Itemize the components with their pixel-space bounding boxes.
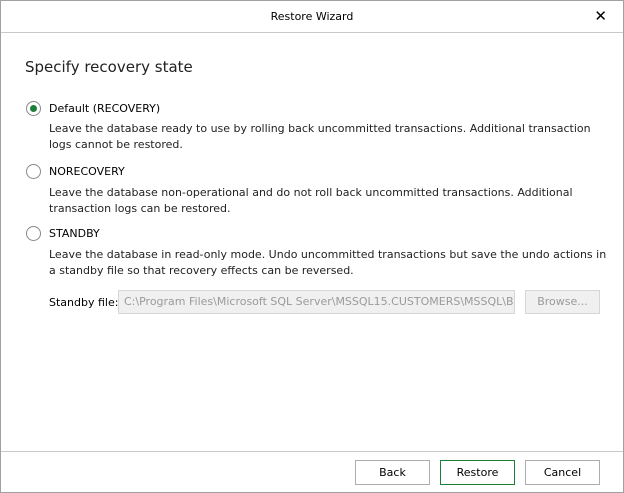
close-icon[interactable]: ✕: [594, 1, 607, 32]
radio-label: NORECOVERY: [49, 165, 125, 178]
restore-button[interactable]: Restore: [440, 460, 515, 485]
radio-recovery[interactable]: Default (RECOVERY): [26, 101, 160, 116]
radio-circle-icon: [26, 101, 41, 116]
standby-file-label: Standby file:: [49, 296, 119, 309]
footer-divider: [1, 451, 623, 452]
cancel-button[interactable]: Cancel: [525, 460, 600, 485]
option-description: Leave the database non-operational and d…: [49, 186, 573, 215]
browse-button[interactable]: Browse...: [525, 290, 600, 314]
window-title: Restore Wizard: [270, 10, 354, 23]
back-button[interactable]: Back: [355, 460, 430, 485]
restore-wizard-window: Restore Wizard ✕ Specify recovery state …: [0, 0, 624, 493]
radio-norecovery[interactable]: NORECOVERY: [26, 164, 125, 179]
standby-file-input[interactable]: C:\Program Files\Microsoft SQL Server\MS…: [118, 290, 515, 314]
radio-standby[interactable]: STANDBY: [26, 226, 100, 241]
option-description: Leave the database in read-only mode. Un…: [49, 248, 607, 277]
radio-circle-icon: [26, 164, 41, 179]
radio-label: STANDBY: [49, 227, 100, 240]
radio-label: Default (RECOVERY): [49, 102, 161, 115]
title-bar: Restore Wizard ✕: [1, 1, 623, 33]
page-title: Specify recovery state: [25, 58, 193, 76]
radio-circle-icon: [26, 226, 41, 241]
option-description: Leave the database ready to use by rolli…: [49, 122, 591, 151]
